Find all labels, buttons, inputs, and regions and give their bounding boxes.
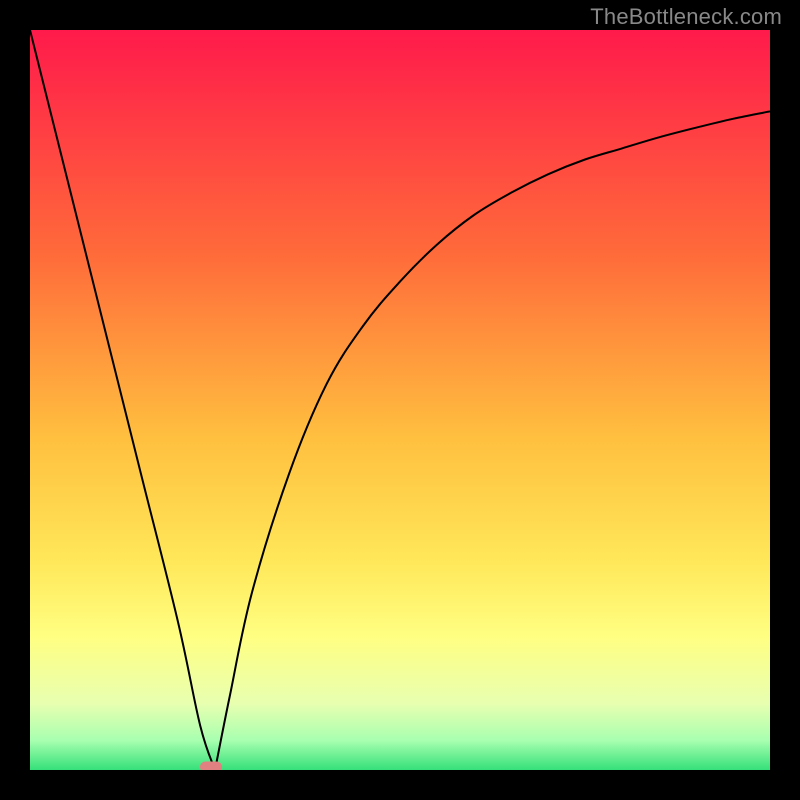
- plot-area: [30, 30, 770, 770]
- min-marker: [200, 762, 222, 771]
- curve-layer: [30, 30, 770, 770]
- chart-frame: TheBottleneck.com: [0, 0, 800, 800]
- watermark-text: TheBottleneck.com: [590, 4, 782, 30]
- right-branch-curve: [215, 111, 770, 770]
- left-branch-curve: [30, 30, 215, 770]
